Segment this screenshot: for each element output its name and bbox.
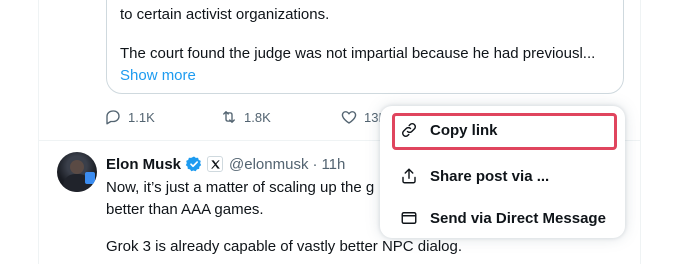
envelope-icon [401, 212, 417, 224]
author-name[interactable]: Elon Musk [106, 156, 181, 173]
share-icon [402, 168, 416, 184]
x-logo-icon [210, 159, 220, 169]
menu-item-share-post-via[interactable]: Share post via ... [380, 154, 625, 198]
avatar-overlay-mark [85, 172, 95, 184]
avatar[interactable] [57, 152, 97, 192]
repost-count: 1.8K [244, 109, 271, 125]
link-icon [402, 123, 416, 137]
timeline-left-border [38, 0, 39, 264]
reply-icon [106, 110, 120, 125]
heart-icon [341, 111, 357, 124]
repost-icon [223, 111, 235, 123]
verified-badge-icon [185, 156, 202, 172]
reply-count: 1.1K [128, 109, 155, 125]
menu-item-copy-link[interactable]: Copy link [380, 108, 625, 152]
menu-item-label: Send via Direct Message [430, 209, 606, 227]
post-text-line: Now, it’s just a matter of scaling up th… [106, 179, 375, 196]
menu-item-label: Copy link [430, 121, 498, 139]
post-author-row: Elon Musk @elonmusk · 11h [106, 154, 345, 174]
menu-item-send-via-dm[interactable]: Send via Direct Message [380, 196, 625, 240]
meta-separator: · [312, 155, 318, 173]
post-timestamp[interactable]: 11h [321, 156, 345, 173]
avatar-head-shape [70, 160, 84, 174]
quoted-post-text-line: The court found the judge was not impart… [120, 45, 596, 62]
timeline-right-border [640, 0, 641, 264]
show-more-link[interactable]: Show more [120, 66, 196, 86]
repost-button[interactable]: 1.8K [220, 108, 271, 126]
menu-item-label: Share post via ... [430, 167, 550, 185]
quoted-post-card[interactable]: to certain activist organizations. The c… [106, 0, 624, 94]
x-affiliate-badge-icon[interactable] [207, 156, 224, 172]
post-text-line: Grok 3 is already capable of vastly bett… [106, 238, 463, 255]
post-text-line: better than AAA games. [106, 201, 264, 218]
author-handle[interactable]: @elonmusk [229, 156, 308, 173]
share-dropdown-menu: Copy link Share post via ... Send via Di… [380, 106, 625, 238]
reply-button[interactable]: 1.1K [104, 108, 155, 126]
quoted-post-text-line: to certain activist organizations. [120, 6, 330, 23]
